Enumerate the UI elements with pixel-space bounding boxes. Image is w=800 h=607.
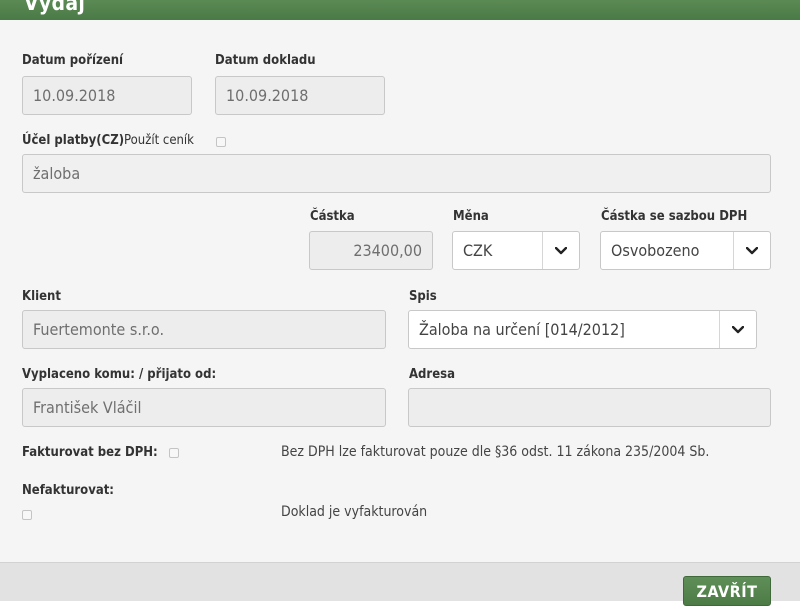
- dialog-titlebar: Výdaj: [0, 0, 800, 20]
- klient-label: Klient: [22, 289, 61, 304]
- nefakturovat-label: Nefakturovat:: [22, 483, 114, 498]
- fakturovat-bez-dph-label: Fakturovat bez DPH:: [22, 445, 158, 460]
- dialog-footer: ZAVŘÍT: [0, 562, 800, 606]
- castka-label: Částka: [310, 209, 355, 224]
- dialog-title: Výdaj: [24, 0, 86, 15]
- pricelist-label: Použít ceník: [124, 133, 194, 148]
- dialog-content: Datum pořízení 10.09.2018 Datum dokladu …: [0, 20, 800, 562]
- chevron-down-icon[interactable]: [543, 232, 579, 269]
- spis-select-value: Žaloba na určení [014/2012]: [419, 320, 625, 339]
- adresa-label: Adresa: [409, 367, 455, 382]
- mena-select-value: CZK: [463, 241, 493, 260]
- vyplaceno-label: Vyplaceno komu: / přijato od:: [22, 367, 217, 382]
- nefakturovat-note: Doklad je vyfakturován: [281, 504, 428, 520]
- datum-dokladu-field: 10.09.2018: [215, 76, 385, 115]
- chevron-down-icon[interactable]: [734, 232, 770, 269]
- spis-label: Spis: [409, 289, 437, 304]
- fakturovat-bez-dph-checkbox[interactable]: [169, 448, 179, 458]
- castka-dph-select[interactable]: Osvobozeno: [600, 231, 771, 270]
- fakturovat-bez-dph-note: Bez DPH lze fakturovat pouze dle §36 ods…: [281, 444, 710, 460]
- datum-porizeni-label: Datum pořízení: [22, 53, 124, 68]
- datum-dokladu-label: Datum dokladu: [215, 53, 316, 68]
- mena-label: Měna: [453, 209, 489, 224]
- mena-select[interactable]: CZK: [452, 231, 580, 270]
- spis-select[interactable]: Žaloba na určení [014/2012]: [408, 310, 757, 349]
- ucel-platby-label: Účel platby(CZ)Použít ceník: [22, 133, 194, 148]
- ucel-platby-field: žaloba: [22, 154, 771, 193]
- datum-porizeni-field: 10.09.2018: [22, 76, 192, 115]
- chevron-down-icon[interactable]: [720, 311, 756, 348]
- ucel-platby-label-text: Účel platby(CZ): [22, 133, 125, 148]
- klient-field: Fuertemonte s.r.o.: [22, 310, 386, 349]
- castka-field: 23400,00: [309, 231, 433, 270]
- pricelist-checkbox[interactable]: [216, 137, 226, 147]
- close-button[interactable]: ZAVŘÍT: [683, 576, 771, 606]
- castka-dph-select-value: Osvobozeno: [611, 241, 700, 260]
- nefakturovat-checkbox[interactable]: [22, 510, 32, 520]
- adresa-field: [408, 388, 771, 427]
- castka-dph-label: Částka se sazbou DPH: [601, 209, 748, 224]
- vyplaceno-field: František Vláčil: [22, 388, 386, 427]
